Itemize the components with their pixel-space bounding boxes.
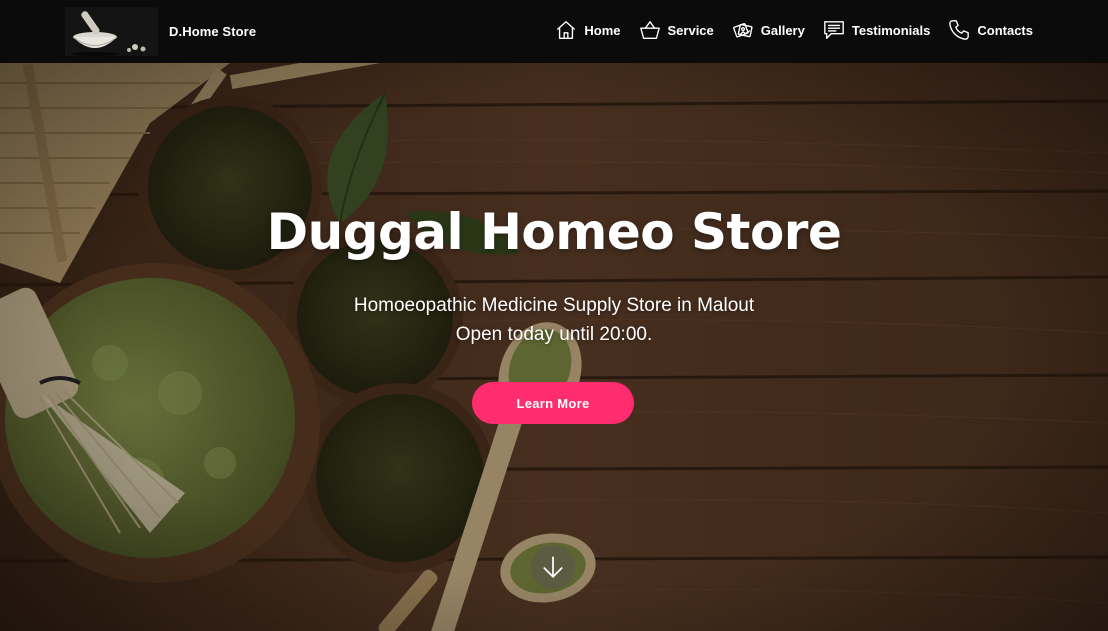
mortar-pestle-logo-icon xyxy=(65,7,158,56)
learn-more-button[interactable]: Learn More xyxy=(472,382,634,424)
brand-name[interactable]: D.Home Store xyxy=(169,24,256,39)
nav-testimonials[interactable]: Testimonials xyxy=(823,19,931,41)
hero-subtitle-line1: Homoeopathic Medicine Supply Store in Ma… xyxy=(353,295,755,316)
logo-image[interactable] xyxy=(65,7,158,56)
hero-section: Duggal Homeo Store Homoeopathic Medicine… xyxy=(0,63,1108,631)
nav-contacts[interactable]: Contacts xyxy=(948,19,1033,41)
top-navbar: D.Home Store Home Service Gallery Testim… xyxy=(0,0,1108,63)
hero-subtitle: Homoeopathic Medicine Supply Store in Ma… xyxy=(0,291,1108,349)
basket-icon xyxy=(639,21,660,39)
arrow-down-icon xyxy=(543,556,563,578)
nav-home-label: Home xyxy=(584,22,621,38)
nav-home[interactable]: Home xyxy=(555,19,621,41)
nav-service[interactable]: Service xyxy=(639,19,714,41)
nav-gallery[interactable]: Gallery xyxy=(732,19,805,41)
nav-service-label: Service xyxy=(667,22,714,38)
gallery-icon xyxy=(732,23,753,38)
hero-title: Duggal Homeo Store xyxy=(266,203,842,261)
home-icon xyxy=(557,21,576,39)
nav-contacts-label: Contacts xyxy=(977,22,1033,38)
phone-icon xyxy=(949,20,970,40)
nav-testimonials-label: Testimonials xyxy=(851,22,931,38)
scroll-down-button[interactable] xyxy=(531,545,575,589)
chat-icon xyxy=(824,21,844,39)
nav-gallery-label: Gallery xyxy=(760,22,805,38)
hero-subtitle-line2: Open today until 20:00. xyxy=(455,324,653,345)
main-nav: Home Service Gallery Testimonials Contac… xyxy=(555,19,1033,41)
